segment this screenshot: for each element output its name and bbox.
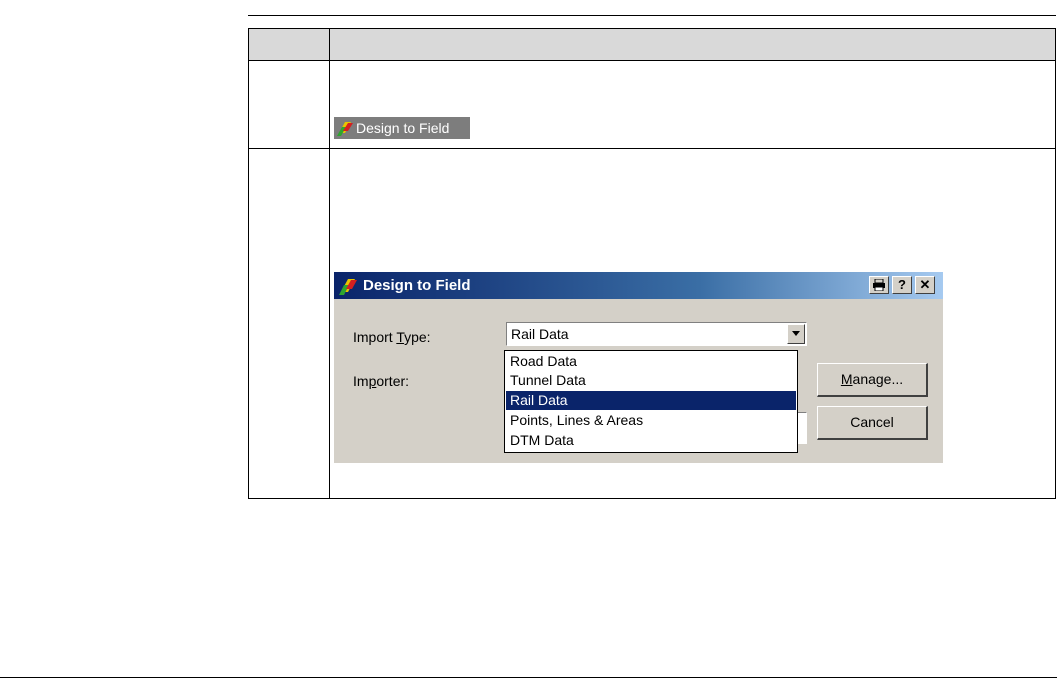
- dialog-title: Design to Field: [363, 277, 471, 294]
- dropdown-option[interactable]: Tunnel Data: [506, 371, 796, 390]
- help-icon: ?: [898, 277, 906, 292]
- import-type-select[interactable]: Rail Data: [506, 322, 807, 346]
- top-rule: [248, 15, 1056, 16]
- dropdown-option[interactable]: Road Data: [506, 352, 796, 371]
- steps-table: Design to Field Design to Field ? ✕ Impo…: [248, 28, 1056, 499]
- dropdown-option-selected[interactable]: Rail Data: [506, 391, 796, 410]
- design-to-field-launcher-button[interactable]: Design to Field: [334, 117, 470, 139]
- chevron-down-icon: [792, 331, 800, 336]
- import-type-value: Rail Data: [511, 326, 569, 342]
- launcher-label: Design to Field: [356, 120, 450, 136]
- dropdown-option[interactable]: DTM Data: [506, 431, 796, 450]
- steps-table-header: [249, 29, 1055, 61]
- design-to-field-icon: [337, 122, 353, 136]
- column-divider: [329, 29, 330, 498]
- importer-label: Importer:: [353, 373, 410, 389]
- import-type-label: Import Type:: [353, 329, 431, 345]
- design-to-field-icon: [339, 279, 357, 295]
- design-to-field-dialog: Design to Field ? ✕ Import Type: Rail Da…: [334, 272, 943, 463]
- dialog-titlebar[interactable]: Design to Field ? ✕: [334, 272, 943, 299]
- bottom-rule: [0, 677, 1057, 678]
- help-button[interactable]: ?: [892, 276, 912, 294]
- row-divider: [249, 148, 1055, 149]
- print-icon: [873, 278, 885, 292]
- dropdown-option[interactable]: Points, Lines & Areas: [506, 411, 796, 430]
- close-icon: ✕: [919, 277, 931, 292]
- manage-button[interactable]: Manage...: [817, 363, 928, 397]
- close-button[interactable]: ✕: [915, 276, 935, 294]
- dropdown-arrow-button[interactable]: [787, 324, 805, 344]
- print-button[interactable]: [869, 276, 889, 294]
- import-type-dropdown-list[interactable]: Road Data Tunnel Data Rail Data Points, …: [504, 350, 798, 453]
- cancel-button[interactable]: Cancel: [817, 406, 928, 440]
